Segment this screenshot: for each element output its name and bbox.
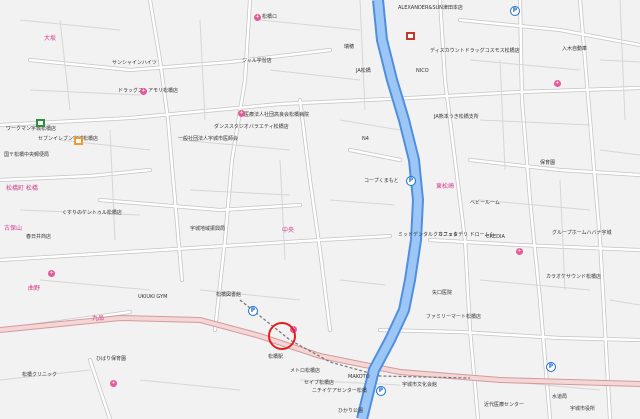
label-park: ひかり公園 <box>338 408 364 414</box>
label-metro: メトロ松橋店 <box>290 368 321 374</box>
label-credia: CREDIA <box>486 234 505 240</box>
parking-icon[interactable]: P <box>248 306 258 316</box>
label-district-7: 九品 <box>92 315 105 322</box>
label-library: 松橋図書館 <box>216 292 242 298</box>
label-water: 水道局 <box>552 394 568 400</box>
label-gym: UKIUKI GYM <box>138 294 168 300</box>
label-nursery: 保育園 <box>540 160 556 166</box>
label-n4: N4 <box>362 136 369 142</box>
label-bunka: 宇城市文化会館 <box>402 382 438 388</box>
label-kindai: 近代医療センター <box>484 402 525 408</box>
label-district-2: 大坂 <box>44 35 57 42</box>
label-medical: 一般社団法人宇城市医師会 <box>178 136 239 142</box>
label-alexander: ALEXANDER&SUN津田本店 <box>398 5 463 11</box>
label-jm-shop: ジャル学習店 <box>242 58 272 64</box>
label-iriki: 入木自動車 <box>562 46 588 52</box>
hospital-marker-icon[interactable]: + <box>554 80 561 87</box>
map-view[interactable]: ALEXANDER&SUN津田本店 松橋ロ 瑞穂 ジャル学習店 サンシャインハイ… <box>0 0 640 419</box>
label-kindergarten: ひばり保育園 <box>96 356 127 362</box>
label-clinic: 松橋クリニック <box>22 372 58 378</box>
label-drugstore: ドラッグストアモリ松橋店 <box>118 88 179 94</box>
label-prefecture: 宇城地域振興局 <box>190 226 226 232</box>
label-famima: ファミリーマート松橋店 <box>426 314 482 320</box>
store-icon[interactable] <box>406 32 415 40</box>
label-apartments: サンシャインハイツ <box>112 60 157 66</box>
label-coop: コープくまもと <box>364 178 399 184</box>
label-seibu: セイブ松橋店 <box>304 380 335 386</box>
label-seven: セブンイレブン宇城松橋店 <box>38 136 99 142</box>
label-mako: MAKOTO <box>348 374 370 380</box>
label-karaoke: カラオケサウンド松橋店 <box>546 274 602 280</box>
location-circle-icon[interactable] <box>268 322 296 350</box>
label-station: 松橋駅 <box>268 354 284 360</box>
hospital-marker-icon[interactable]: + <box>48 270 55 277</box>
hospital-marker-icon[interactable]: + <box>140 88 147 95</box>
label-yaguchi: 矢口医院 <box>432 290 453 296</box>
store-icon[interactable] <box>36 119 45 127</box>
store-icon[interactable] <box>74 137 83 145</box>
parking-icon[interactable]: P <box>546 362 556 372</box>
label-district-6: 曲野 <box>28 285 41 292</box>
label-pharmacy: ディスカウントドラッグコスモス松橋店 <box>430 48 520 54</box>
label-dental: ミッドデンタルクリニック <box>398 232 459 238</box>
label-district-3: 中央 <box>282 227 295 234</box>
label-hospital: 医療法人社団高良会松橋病院 <box>244 112 310 118</box>
label-district-4: 東松崎 <box>436 183 455 190</box>
label-ja-branch: JA松橋 <box>356 68 371 74</box>
parking-icon[interactable]: P <box>406 176 416 186</box>
label-ja: JA熊本うき松橋支所 <box>434 114 479 120</box>
label-bus-stop: 松橋ロ <box>262 14 278 20</box>
label-dance: ダンススタジオバラエティ松橋店 <box>214 124 289 130</box>
hospital-marker-icon[interactable]: + <box>238 110 245 117</box>
label-baby: ベビールーム <box>470 200 500 206</box>
hospital-marker-icon[interactable]: + <box>110 380 117 387</box>
hospital-marker-icon[interactable]: + <box>516 248 523 255</box>
label-city-hall: 宇城市役所 <box>570 406 596 412</box>
label-nico: NICO <box>416 68 429 74</box>
label-district-1: 松橋町 松橋 <box>6 185 38 192</box>
parking-icon[interactable]: P <box>376 386 386 396</box>
label-district-5: 古保山 <box>4 225 23 232</box>
label-kasugai: 春日井商店 <box>26 234 52 240</box>
label-group-home: グループホームハバナ宇城 <box>552 230 612 236</box>
label-nichii: ニチイケアセンター松橋 <box>312 388 367 394</box>
label-kusuri: くすりのケントゥル松橋店 <box>62 210 122 216</box>
label-workman: ワークマン宇城松橋店 <box>6 126 57 132</box>
parking-icon[interactable]: P <box>510 6 520 16</box>
label-mizuho: 瑞穂 <box>344 44 355 50</box>
label-post: 国〒松橋中央郵便局 <box>4 152 50 158</box>
hospital-marker-icon[interactable]: + <box>254 14 261 21</box>
